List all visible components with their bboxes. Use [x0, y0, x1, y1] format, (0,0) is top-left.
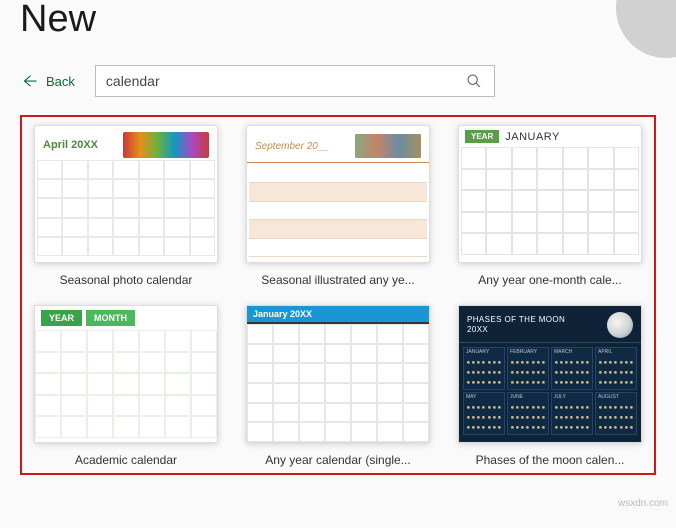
template-thumbnail: YEAR JANUARY	[458, 125, 642, 263]
template-label: Any year calendar (single...	[265, 453, 410, 467]
template-thumbnail: PHASES OF THE MOON 20XX JANUARY FEBRUARY…	[458, 305, 642, 443]
search-box	[95, 65, 495, 97]
template-thumbnail: April 20XX	[34, 125, 218, 263]
thumb-month-badge: MONTH	[86, 310, 135, 326]
back-arrow-icon	[20, 72, 38, 90]
template-any-year-single[interactable]: January 20XX Any year calendar (single..…	[246, 305, 430, 467]
template-label: Academic calendar	[75, 453, 177, 467]
thumb-month-label: September 20__	[255, 141, 329, 152]
template-label: Seasonal illustrated any ye...	[261, 273, 414, 287]
template-academic-calendar[interactable]: YEAR MONTH Academic calendar	[34, 305, 218, 467]
template-label: Seasonal photo calendar	[60, 273, 193, 287]
search-icon	[466, 73, 482, 89]
template-seasonal-photo-calendar[interactable]: April 20XX Seasonal photo calendar	[34, 125, 218, 287]
thumb-title: PHASES OF THE MOON 20XX	[467, 315, 565, 336]
search-row: Back	[20, 65, 656, 97]
template-seasonal-illustrated[interactable]: September 20__ Seasonal illustrated any …	[246, 125, 430, 287]
thumb-month-bar: January 20XX	[247, 306, 429, 322]
template-moon-phases[interactable]: PHASES OF THE MOON 20XX JANUARY FEBRUARY…	[458, 305, 642, 467]
template-any-year-one-month[interactable]: YEAR JANUARY Any year one-month cale...	[458, 125, 642, 287]
moon-icon	[607, 312, 633, 338]
thumb-month-label: April 20XX	[43, 139, 98, 151]
thumb-mini-months-grid: JANUARY FEBRUARY MARCH APRIL MAY JUNE JU…	[459, 343, 641, 439]
template-thumbnail: YEAR MONTH	[34, 305, 218, 443]
back-label: Back	[46, 74, 75, 89]
template-label: Any year one-month cale...	[478, 273, 621, 287]
search-button[interactable]	[460, 67, 488, 95]
thumb-month-label: JANUARY	[505, 131, 560, 143]
template-thumbnail: January 20XX	[246, 305, 430, 443]
watermark: wsxdn.com	[618, 498, 668, 509]
thumb-seasonal-image	[355, 134, 421, 158]
template-label: Phases of the moon calen...	[476, 453, 625, 467]
thumb-seasonal-image	[123, 132, 209, 158]
search-input[interactable]	[106, 73, 460, 89]
thumb-year-badge: YEAR	[41, 310, 82, 326]
back-button[interactable]: Back	[20, 72, 75, 90]
template-results: April 20XX Seasonal photo calendar	[20, 115, 656, 475]
template-thumbnail: September 20__	[246, 125, 430, 263]
thumb-year-badge: YEAR	[465, 130, 499, 143]
page-title: New	[20, 0, 656, 41]
